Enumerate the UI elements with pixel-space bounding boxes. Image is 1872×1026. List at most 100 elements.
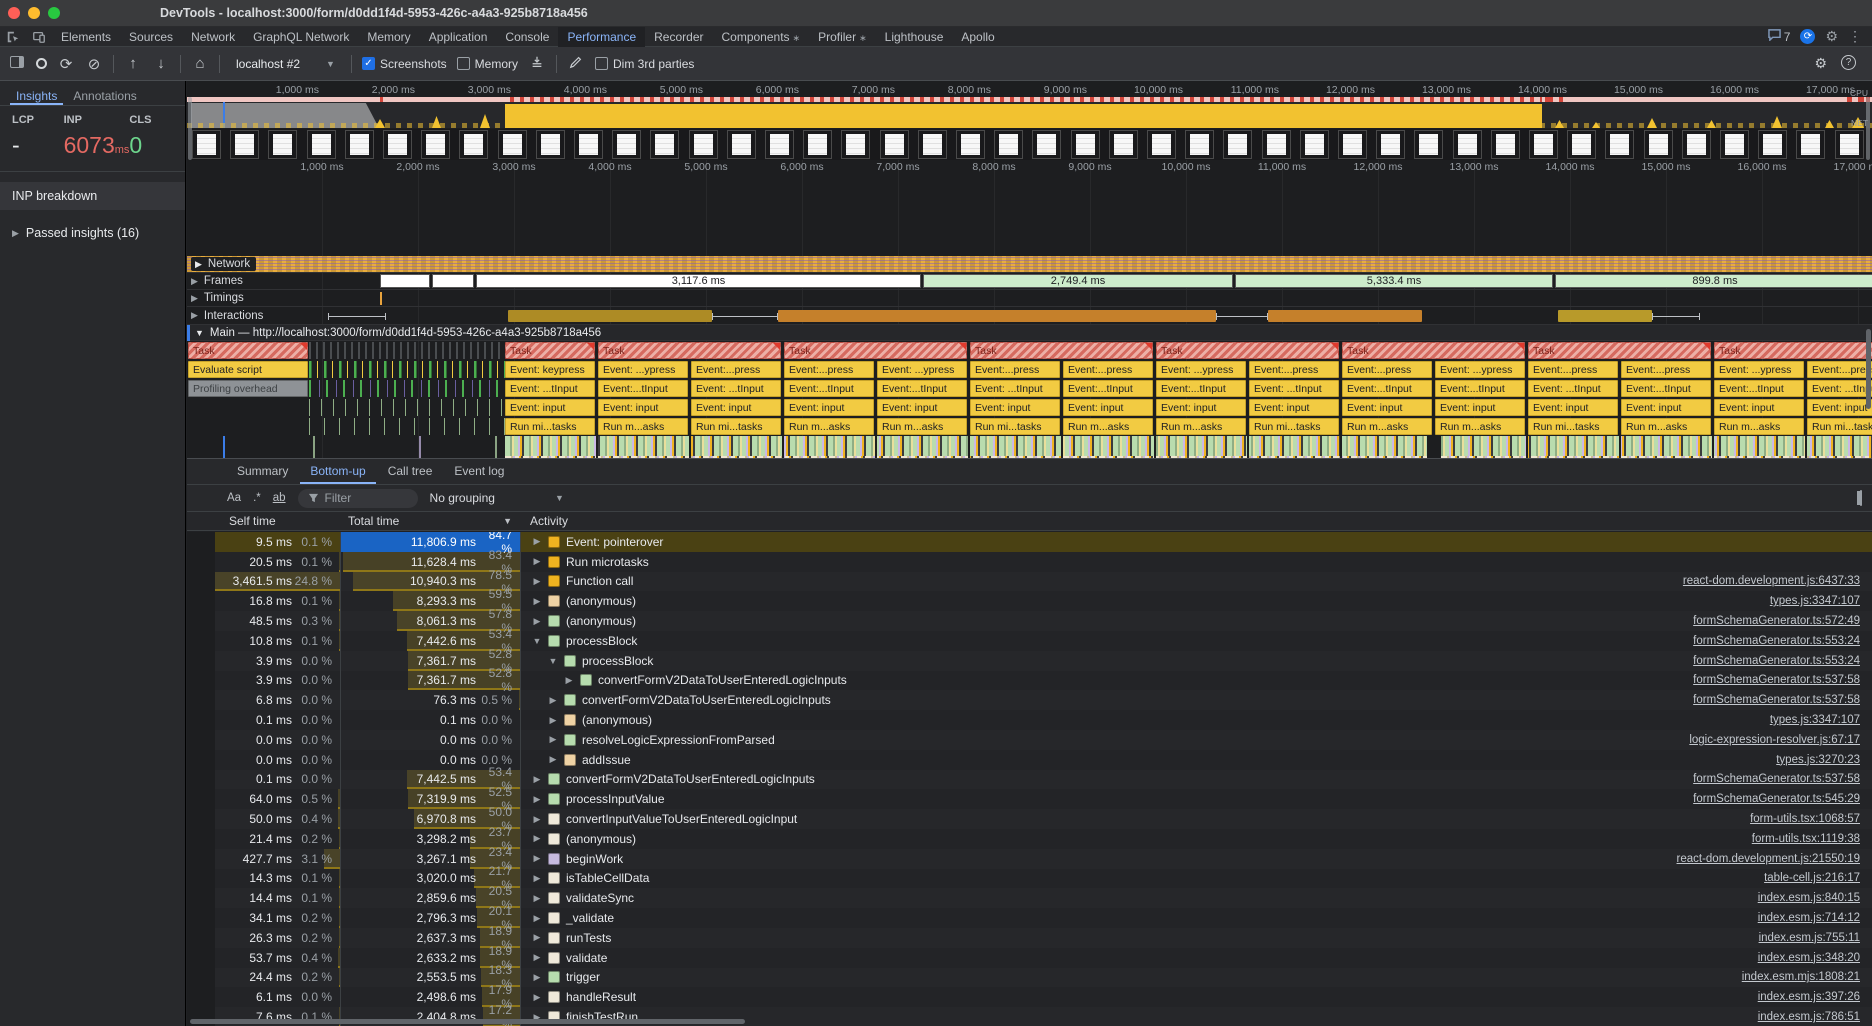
home-button[interactable]: ⌂ (191, 55, 209, 72)
flame-bar-event[interactable]: Run mi...tasks (1528, 418, 1618, 435)
flame-bar-event[interactable]: Event: ...ypress (1714, 361, 1804, 378)
table-row[interactable]: 6.1 ms0.0 %2,498.6 ms17.9 %▶handleResult… (215, 987, 1872, 1007)
tab-recorder[interactable]: Recorder (645, 27, 712, 47)
expand-arrow-icon[interactable]: ▶ (548, 734, 558, 745)
source-location-link[interactable]: index.esm.js:397:26 (1758, 991, 1860, 1003)
expand-arrow-icon[interactable]: ▶ (564, 675, 574, 686)
flame-bar-event[interactable]: Run m...asks (1435, 418, 1525, 435)
expand-arrow-icon[interactable]: ▶ (532, 873, 542, 884)
flame-scrollbar[interactable] (1866, 329, 1871, 409)
screenshot-thumbnail[interactable] (536, 130, 565, 159)
screenshot-thumbnail[interactable] (1796, 130, 1825, 159)
flame-bar-event[interactable]: Event: ...ypress (1435, 361, 1525, 378)
flame-bar-event[interactable]: Run mi...tasks (970, 418, 1060, 435)
screenshot-thumbnail[interactable] (689, 130, 718, 159)
flame-bar-event[interactable]: Run m...asks (1714, 418, 1804, 435)
source-location-link[interactable]: types.js:3347:107 (1770, 714, 1860, 726)
flame-bar-event[interactable]: Event:...tInput (1342, 380, 1432, 397)
flame-bar[interactable]: Task (188, 342, 308, 359)
dim-third-parties-checkbox[interactable]: Dim 3rd parties (595, 57, 694, 71)
tab-apollo[interactable]: Apollo (952, 27, 1003, 47)
table-row[interactable]: 50.0 ms0.4 %6,970.8 ms50.0 %▶convertInpu… (215, 809, 1872, 829)
minimize-window-button[interactable] (28, 7, 40, 19)
table-row[interactable]: 3.9 ms0.0 %7,361.7 ms52.8 %▼processBlock… (215, 651, 1872, 671)
flame-bar-event[interactable]: Event: input (1342, 399, 1432, 416)
collapse-arrow-icon[interactable]: ▼ (532, 636, 542, 646)
flame-bar-task[interactable]: Task (970, 342, 1153, 359)
flame-bar-event[interactable]: Event:...press (1249, 361, 1339, 378)
source-location-link[interactable]: formSchemaGenerator.ts:545:29 (1693, 793, 1860, 805)
expand-arrow-icon[interactable]: ▶ (532, 952, 542, 963)
expand-arrow-icon[interactable]: ▶ (532, 596, 542, 607)
screenshot-thumbnail[interactable] (1071, 130, 1100, 159)
expand-arrow-icon[interactable]: ▶ (532, 616, 542, 627)
screenshot-thumbnail[interactable] (230, 130, 259, 159)
screenshot-thumbnail[interactable] (1338, 130, 1367, 159)
flame-bar-event[interactable]: Event:...press (1342, 361, 1432, 378)
close-window-button[interactable] (8, 7, 20, 19)
screenshot-thumbnail[interactable] (956, 130, 985, 159)
source-location-link[interactable]: index.esm.js:348:20 (1758, 952, 1860, 964)
expand-arrow-icon[interactable]: ▶ (532, 556, 542, 567)
flame-bar[interactable]: Evaluate script (188, 361, 308, 378)
tab-performance[interactable]: Performance (558, 27, 645, 47)
tab-elements[interactable]: Elements (52, 27, 120, 47)
screenshot-thumbnail[interactable] (880, 130, 909, 159)
tab-console[interactable]: Console (496, 27, 558, 47)
flame-bar-event[interactable]: Event: input (1714, 399, 1804, 416)
reload-and-record-button[interactable]: ⟳ (57, 55, 75, 73)
screenshot-thumbnail[interactable] (345, 130, 374, 159)
table-row[interactable]: 64.0 ms0.5 %7,319.9 ms52.5 %▶processInpu… (215, 789, 1872, 809)
timings-track[interactable]: ▶Timings (187, 290, 1872, 307)
screenshot-thumbnail[interactable] (1720, 130, 1749, 159)
screenshot-thumbnail[interactable] (1300, 130, 1329, 159)
flame-bar-task[interactable]: Task (1528, 342, 1711, 359)
flame-bar-event[interactable]: Event: ...tInput (691, 380, 781, 397)
detail-tab-summary[interactable]: Summary (227, 460, 298, 484)
expand-arrow-icon[interactable]: ▶ (548, 754, 558, 765)
activity-column-header[interactable]: Activity (520, 514, 568, 528)
flame-bar-event[interactable]: Event:...press (970, 361, 1060, 378)
table-row[interactable]: 20.5 ms0.1 %11,628.4 ms83.4 %▶Run microt… (215, 552, 1872, 572)
frame-segment[interactable]: 899.8 ms (1555, 274, 1872, 288)
expand-arrow-icon[interactable]: ▶ (532, 536, 542, 547)
source-location-link[interactable]: formSchemaGenerator.ts:537:58 (1693, 694, 1860, 706)
screenshot-thumbnail[interactable] (1223, 130, 1252, 159)
flame-bar-event[interactable]: Event:...tInput (784, 380, 874, 397)
source-location-link[interactable]: formSchemaGenerator.ts:553:24 (1693, 655, 1860, 667)
flame-bar-event[interactable]: Event: input (970, 399, 1060, 416)
source-location-link[interactable]: index.esm.js:786:51 (1758, 1011, 1860, 1023)
flame-bar-event[interactable]: Event: input (598, 399, 688, 416)
screenshot-thumbnail[interactable] (268, 130, 297, 159)
screenshot-thumbnail[interactable] (421, 130, 450, 159)
sidebar-tab-insights[interactable]: Insights (10, 87, 63, 105)
source-location-link[interactable]: table-cell.js:216:17 (1764, 872, 1860, 884)
flame-bar-event[interactable]: Event: input (1156, 399, 1246, 416)
passed-insights-toggle[interactable]: ▶ Passed insights (16) (0, 210, 185, 256)
network-track[interactable]: ▶Network (187, 256, 1872, 273)
screenshot-thumbnail[interactable] (1453, 130, 1482, 159)
screenshot-thumbnail[interactable] (1567, 130, 1596, 159)
match-case-icon[interactable]: Aa (227, 492, 241, 504)
tab-network[interactable]: Network (182, 27, 244, 47)
flame-bar-event[interactable]: Event:...press (691, 361, 781, 378)
expand-arrow-icon[interactable]: ▶ (532, 913, 542, 924)
flame-row-events-1[interactable]: Evaluate scriptEvent: keypressEvent: ...… (187, 360, 1872, 379)
flame-bar-event[interactable]: Event: ...tInput (970, 380, 1060, 397)
flame-bar-event[interactable]: Run mi...tasks (691, 418, 781, 435)
table-row[interactable]: 0.1 ms0.0 %0.1 ms0.0 %▶(anonymous)types.… (215, 710, 1872, 730)
expand-arrow-icon[interactable]: ▶ (532, 992, 542, 1003)
screenshot-thumbnail[interactable] (1262, 130, 1291, 159)
tab-application[interactable]: Application (420, 27, 497, 47)
flame-bar-event[interactable]: Event:...press (1528, 361, 1618, 378)
inp-breakdown-section[interactable]: INP breakdown (0, 182, 185, 210)
flame-bar-event[interactable]: Event: ...ypress (877, 361, 967, 378)
table-row[interactable]: 53.7 ms0.4 %2,633.2 ms18.9 %▶validateind… (215, 948, 1872, 968)
flame-bar-event[interactable]: Event: input (1621, 399, 1711, 416)
maximize-window-button[interactable] (48, 7, 60, 19)
table-row[interactable]: 6.8 ms0.0 %76.3 ms0.5 %▶convertFormV2Dat… (215, 690, 1872, 710)
kebab-menu-icon[interactable]: ⋮ (1848, 28, 1862, 45)
screenshot-thumbnail[interactable] (574, 130, 603, 159)
minimap-left-handle[interactable] (188, 97, 192, 160)
flame-bar-event[interactable]: Event:...tInput (1063, 380, 1153, 397)
